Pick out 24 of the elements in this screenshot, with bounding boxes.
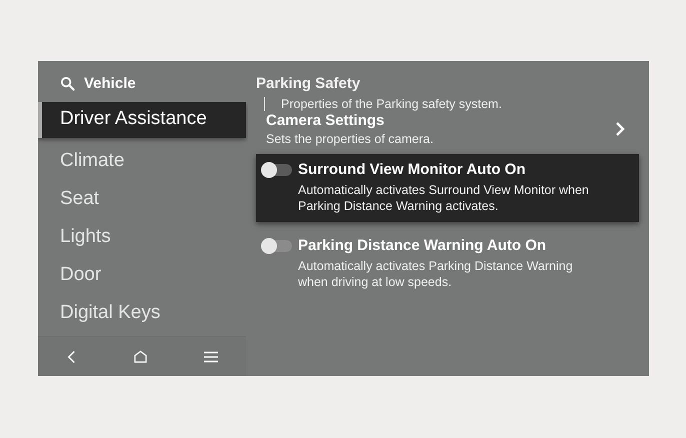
back-icon (66, 350, 77, 364)
search-label: Vehicle (84, 74, 136, 92)
setting-row[interactable]: Parking Distance Warning Auto On Automatically activates Parking Distance Warning when driving at low speeds. (256, 230, 639, 298)
setting-description: Automatically activates Surround View Monitor when Parking Distance Warning activates. (298, 182, 590, 214)
toggle-switch[interactable] (262, 164, 292, 176)
setting-title: Surround View Monitor Auto On (298, 161, 526, 178)
sidebar-item[interactable]: Driver Assistance (38, 102, 246, 138)
setting-description: Automatically activates Parking Distance Warning when driving at low speeds. (298, 258, 574, 290)
toggle-switch[interactable] (262, 240, 292, 252)
camera-settings-item[interactable]: Camera Settings Sets the properties of camera. (256, 111, 639, 146)
home-icon (133, 350, 148, 363)
search-icon (60, 76, 75, 90)
search-button[interactable]: Vehicle (38, 61, 248, 93)
section-description: Properties of the Parking safety system. (264, 97, 639, 111)
sidebar-item[interactable]: Digital Keys (38, 296, 246, 334)
setting-row[interactable]: Surround View Monitor Auto On Automatically activates Surround View Monitor when Parking Distance Warning activates. (256, 154, 639, 222)
sidebar-item[interactable]: Seat (38, 182, 246, 220)
sidebar-item[interactable]: Climate (38, 144, 246, 182)
setting-title: Parking Distance Warning Auto On (298, 237, 548, 254)
sidebar-item[interactable]: Lights (38, 220, 246, 258)
section-title: Parking Safety (256, 75, 362, 92)
sidebar-item[interactable]: Door (38, 258, 246, 296)
menu-icon (204, 350, 218, 362)
chevron-right-icon (615, 121, 625, 137)
